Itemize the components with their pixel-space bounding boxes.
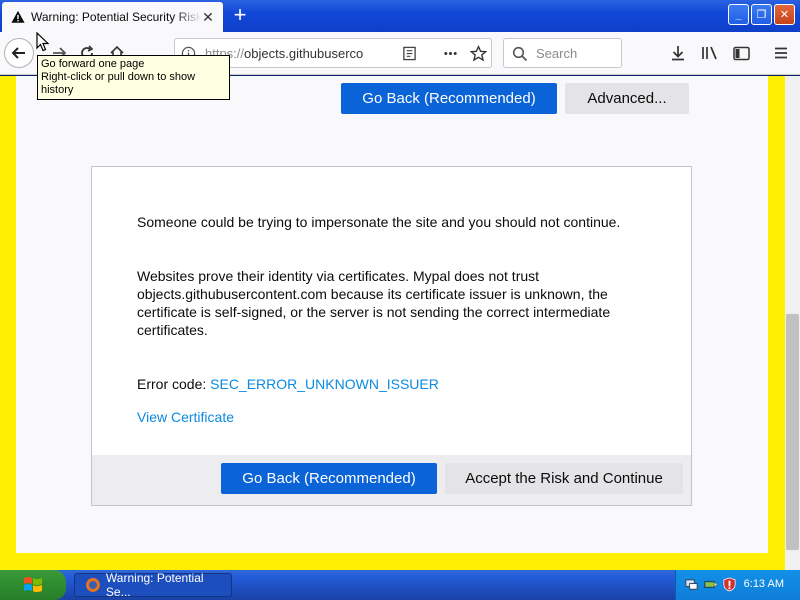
search-bar[interactable]: Search (503, 38, 622, 68)
error-code-line: Error code: SEC_ERROR_UNKNOWN_ISSUER (137, 375, 657, 393)
certificate-explanation-text: Websites prove their identity via certif… (137, 268, 611, 338)
new-tab-button[interactable]: + (229, 4, 251, 27)
downloads-button[interactable] (667, 42, 689, 64)
taskbar-browser-item[interactable]: Warning: Potential Se... (74, 571, 232, 599)
taskbar-item-title: Warning: Potential Se... (105, 571, 204, 599)
bookmark-star-icon[interactable] (470, 45, 487, 62)
window-controls: _ ❐ ✕ (728, 4, 795, 25)
warning-icon (11, 10, 25, 23)
page-actions-icon[interactable] (442, 46, 459, 61)
network-icon[interactable] (684, 577, 699, 592)
tooltip-line-2: Right-click or pull down to show history (41, 71, 196, 96)
windows-logo-icon (24, 577, 42, 593)
safely-remove-hardware-icon[interactable] (703, 577, 718, 592)
clock: 6:13 AM (743, 578, 784, 590)
advanced-button[interactable]: Advanced... (565, 83, 689, 114)
search-placeholder: Search (536, 46, 578, 61)
close-window-button[interactable]: ✕ (774, 4, 795, 25)
menu-button[interactable] (770, 42, 792, 64)
security-shield-icon[interactable] (722, 577, 737, 592)
search-icon (512, 46, 528, 62)
browser-icon (85, 578, 100, 592)
back-button[interactable] (4, 38, 34, 68)
library-icon (702, 46, 717, 60)
library-button[interactable] (699, 42, 721, 64)
title-bar: Warning: Potential Security Risk Ahead ✕… (0, 0, 800, 32)
impersonation-warning-text: Someone could be trying to impersonate t… (137, 214, 621, 230)
tab-close-icon[interactable]: ✕ (201, 10, 215, 24)
mouse-cursor-icon (36, 32, 50, 52)
error-code-link[interactable]: SEC_ERROR_UNKNOWN_ISSUER (210, 376, 439, 392)
system-tray: 6:13 AM (675, 570, 800, 600)
error-code-label: Error code: (137, 376, 211, 392)
minimize-button[interactable]: _ (728, 4, 749, 25)
accept-risk-button[interactable]: Accept the Risk and Continue (445, 463, 683, 494)
scrollbar-thumb[interactable] (786, 314, 799, 550)
view-certificate-link[interactable]: View Certificate (137, 408, 234, 426)
download-icon (672, 46, 684, 61)
go-back-top-button[interactable]: Go Back (Recommended) (341, 83, 557, 114)
advanced-panel: Someone could be trying to impersonate t… (91, 166, 692, 506)
forward-tooltip: Go forward one page Right-click or pull … (37, 55, 230, 100)
maximize-button[interactable]: ❐ (751, 4, 772, 25)
hamburger-menu-icon (775, 47, 787, 59)
taskbar: Warning: Potential Se... 6:13 AM (0, 570, 800, 600)
tab-title: Warning: Potential Security Risk Ahead (31, 10, 201, 24)
sidebar-icon (732, 46, 750, 60)
start-button[interactable] (0, 570, 66, 600)
vertical-scrollbar[interactable] (785, 76, 800, 570)
panel-footer: Go Back (Recommended) Accept the Risk an… (92, 455, 691, 505)
tab-warning[interactable]: Warning: Potential Security Risk Ahead ✕ (2, 2, 223, 32)
arrow-left-icon (11, 47, 25, 59)
go-back-button[interactable]: Go Back (Recommended) (221, 463, 437, 494)
sidebar-button[interactable] (730, 42, 752, 64)
reader-view-icon[interactable] (402, 46, 417, 61)
tooltip-line-1: Go forward one page (41, 58, 145, 70)
